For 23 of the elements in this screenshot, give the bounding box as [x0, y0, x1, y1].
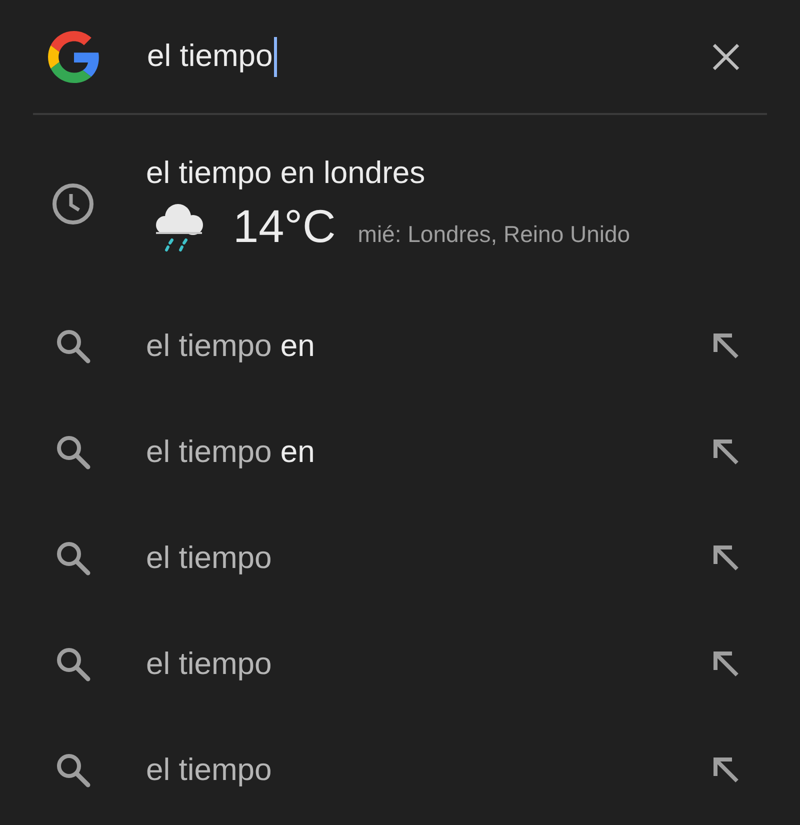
suggestion-text[interactable]: el tiempo en londres	[146, 154, 630, 192]
search-icon	[55, 646, 91, 682]
arrow-up-left-icon[interactable]	[712, 756, 740, 784]
arrow-up-left-icon[interactable]	[712, 650, 740, 678]
suggestion-text[interactable]: el tiempo en	[146, 434, 315, 469]
temperature-text: 14°C	[233, 199, 336, 254]
weather-detail-text: mié: Londres, Reino Unido	[358, 220, 630, 249]
close-icon	[712, 42, 740, 70]
clock-icon	[52, 183, 94, 225]
suggestion-text[interactable]: el tiempo en	[146, 328, 315, 363]
search-icon	[55, 540, 91, 576]
suggestion-text[interactable]: el tiempo	[146, 752, 272, 787]
g-logo-icon	[48, 30, 100, 82]
arrow-up-left-icon[interactable]	[712, 438, 740, 466]
search-icon	[55, 434, 91, 470]
suggestion-text[interactable]: el tiempo	[146, 540, 272, 575]
arrow-up-left-icon[interactable]	[712, 544, 740, 572]
search-icon	[55, 328, 91, 364]
arrow-up-left-icon[interactable]	[712, 332, 740, 360]
suggestion-text[interactable]: el tiempo	[146, 646, 272, 681]
text-cursor-icon	[274, 36, 277, 76]
search-field[interactable]: el tiempo	[147, 32, 652, 80]
search-icon	[55, 752, 91, 788]
